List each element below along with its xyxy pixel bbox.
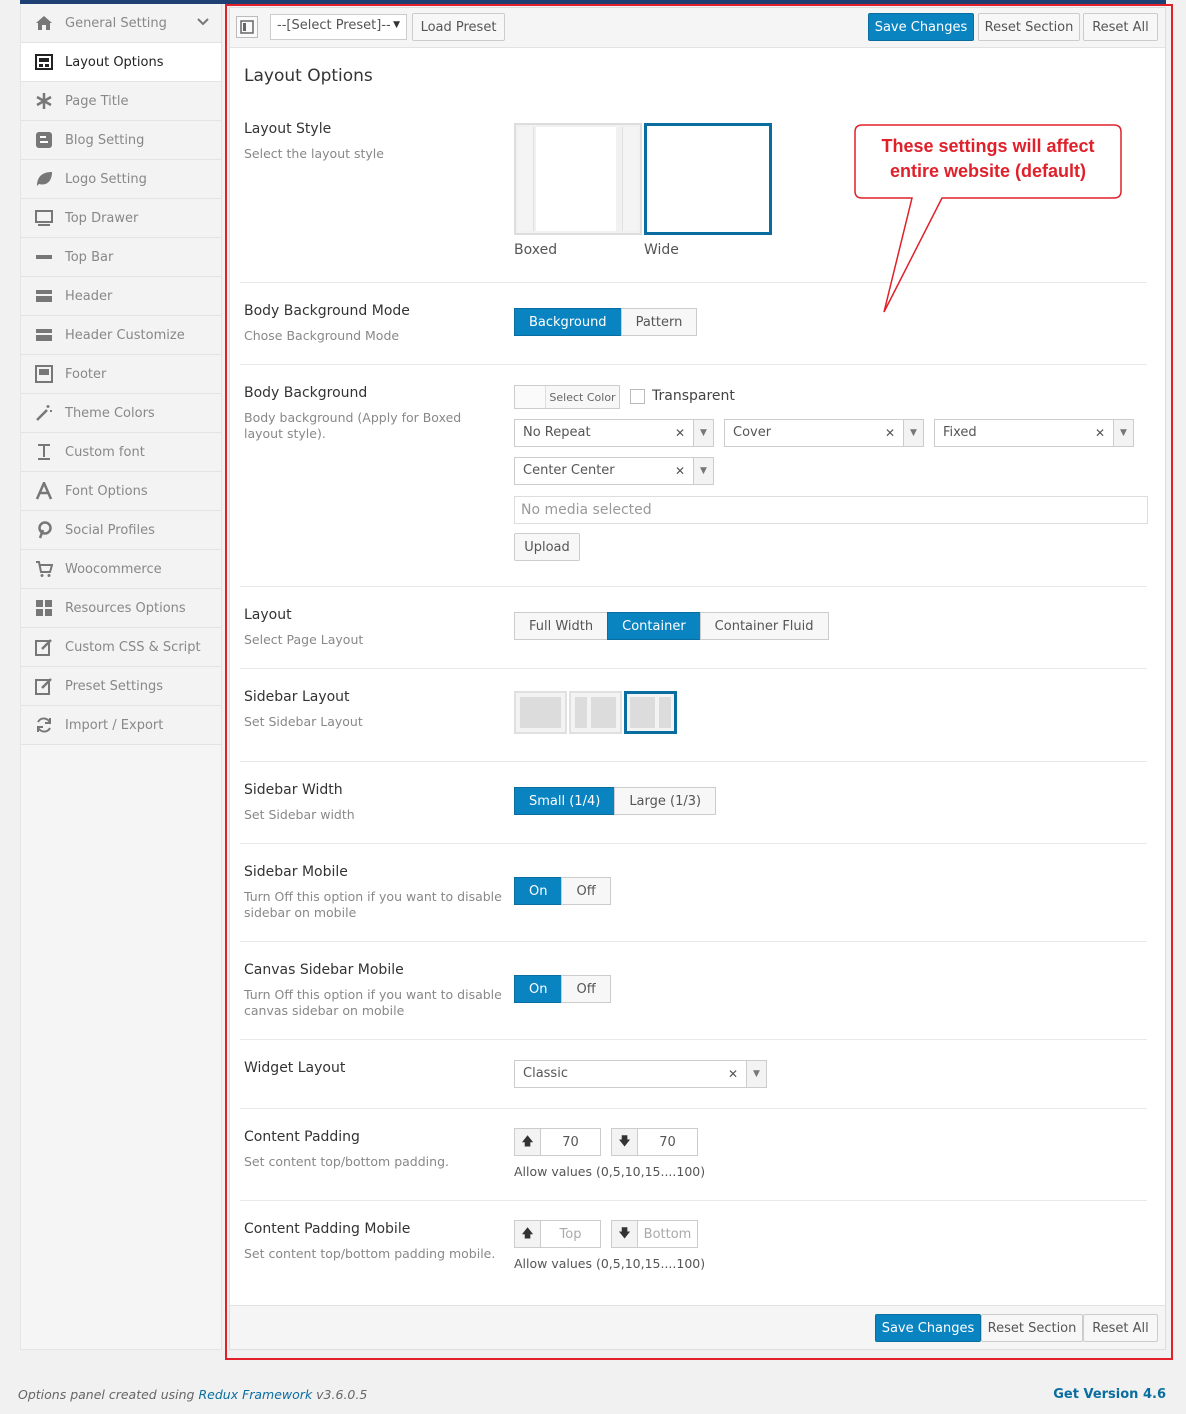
credit-prefix: Options panel created using [18,1387,199,1402]
annotation-callout-text: These settings will affect entire websit… [881,136,1095,181]
get-version-link[interactable]: Get Version 4.6 [1053,1387,1166,1402]
redux-framework-link[interactable]: Redux Framework [198,1387,312,1402]
credit-line: Options panel created using Redux Framew… [18,1387,367,1402]
credit-suffix: v3.6.0.5 [312,1387,368,1402]
annotation-callout-bubble [854,124,1122,313]
